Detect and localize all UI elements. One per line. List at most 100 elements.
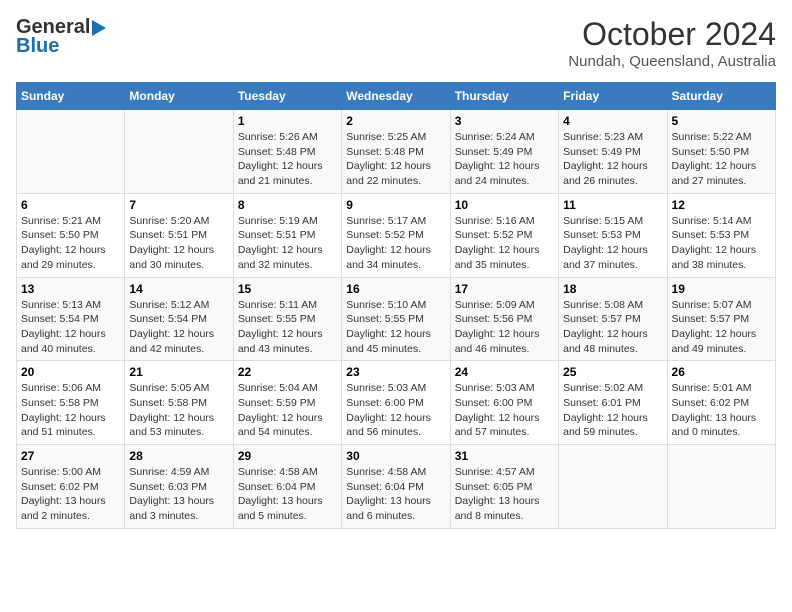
day-number: 13 — [21, 282, 120, 296]
day-number: 26 — [672, 365, 771, 379]
day-cell: 15 Sunrise: 5:11 AM Sunset: 5:55 PM Dayli… — [233, 277, 341, 361]
location-subtitle: Nundah, Queensland, Australia — [568, 53, 776, 70]
week-row-4: 20 Sunrise: 5:06 AM Sunset: 5:58 PM Dayli… — [17, 361, 776, 445]
weekday-header-sunday: Sunday — [17, 83, 125, 110]
day-number: 12 — [672, 198, 771, 212]
day-cell — [17, 110, 125, 194]
day-info: Sunrise: 5:16 AM Sunset: 5:52 PM Dayligh… — [455, 214, 554, 273]
day-cell: 31 Sunrise: 4:57 AM Sunset: 6:05 PM Dayli… — [450, 445, 558, 529]
day-number: 29 — [238, 449, 337, 463]
day-info: Sunrise: 5:12 AM Sunset: 5:54 PM Dayligh… — [129, 298, 228, 357]
day-cell: 26 Sunrise: 5:01 AM Sunset: 6:02 PM Dayli… — [667, 361, 775, 445]
day-info: Sunrise: 4:58 AM Sunset: 6:04 PM Dayligh… — [238, 465, 337, 524]
day-cell — [667, 445, 775, 529]
day-number: 16 — [346, 282, 445, 296]
day-info: Sunrise: 5:19 AM Sunset: 5:51 PM Dayligh… — [238, 214, 337, 273]
logo-blue: Blue — [16, 35, 59, 58]
day-info: Sunrise: 5:06 AM Sunset: 5:58 PM Dayligh… — [21, 381, 120, 440]
day-info: Sunrise: 5:01 AM Sunset: 6:02 PM Dayligh… — [672, 381, 771, 440]
weekday-header-saturday: Saturday — [667, 83, 775, 110]
day-cell: 22 Sunrise: 5:04 AM Sunset: 5:59 PM Dayli… — [233, 361, 341, 445]
day-cell: 29 Sunrise: 4:58 AM Sunset: 6:04 PM Dayli… — [233, 445, 341, 529]
page-header: General Blue October 2024 Nundah, Queens… — [16, 16, 776, 70]
day-number: 15 — [238, 282, 337, 296]
day-info: Sunrise: 5:24 AM Sunset: 5:49 PM Dayligh… — [455, 130, 554, 189]
day-cell: 16 Sunrise: 5:10 AM Sunset: 5:55 PM Dayli… — [342, 277, 450, 361]
day-number: 11 — [563, 198, 662, 212]
day-cell — [559, 445, 667, 529]
day-info: Sunrise: 5:21 AM Sunset: 5:50 PM Dayligh… — [21, 214, 120, 273]
month-title: October 2024 — [568, 16, 776, 53]
day-info: Sunrise: 5:13 AM Sunset: 5:54 PM Dayligh… — [21, 298, 120, 357]
day-number: 17 — [455, 282, 554, 296]
day-number: 24 — [455, 365, 554, 379]
day-info: Sunrise: 5:11 AM Sunset: 5:55 PM Dayligh… — [238, 298, 337, 357]
day-info: Sunrise: 5:02 AM Sunset: 6:01 PM Dayligh… — [563, 381, 662, 440]
day-cell: 8 Sunrise: 5:19 AM Sunset: 5:51 PM Daylig… — [233, 193, 341, 277]
day-cell: 9 Sunrise: 5:17 AM Sunset: 5:52 PM Daylig… — [342, 193, 450, 277]
title-block: October 2024 Nundah, Queensland, Austral… — [568, 16, 776, 70]
day-number: 10 — [455, 198, 554, 212]
day-info: Sunrise: 5:09 AM Sunset: 5:56 PM Dayligh… — [455, 298, 554, 357]
day-cell: 30 Sunrise: 4:58 AM Sunset: 6:04 PM Dayli… — [342, 445, 450, 529]
day-cell: 18Sunrise: 5:08 AM Sunset: 5:57 PM Dayli… — [559, 277, 667, 361]
logo: General Blue — [16, 16, 106, 58]
day-info: Sunrise: 5:25 AM Sunset: 5:48 PM Dayligh… — [346, 130, 445, 189]
day-number: 20 — [21, 365, 120, 379]
day-info: Sunrise: 5:07 AM Sunset: 5:57 PM Dayligh… — [672, 298, 771, 357]
day-number: 1 — [238, 114, 337, 128]
day-cell: 10 Sunrise: 5:16 AM Sunset: 5:52 PM Dayli… — [450, 193, 558, 277]
day-cell: 2 Sunrise: 5:25 AM Sunset: 5:48 PM Daylig… — [342, 110, 450, 194]
weekday-header-tuesday: Tuesday — [233, 83, 341, 110]
day-info: Sunrise: 5:10 AM Sunset: 5:55 PM Dayligh… — [346, 298, 445, 357]
day-cell: 14Sunrise: 5:12 AM Sunset: 5:54 PM Dayli… — [125, 277, 233, 361]
day-info: Sunrise: 5:23 AM Sunset: 5:49 PM Dayligh… — [563, 130, 662, 189]
day-info: Sunrise: 5:17 AM Sunset: 5:52 PM Dayligh… — [346, 214, 445, 273]
day-info: Sunrise: 5:03 AM Sunset: 6:00 PM Dayligh… — [346, 381, 445, 440]
day-cell: 28Sunrise: 4:59 AM Sunset: 6:03 PM Dayli… — [125, 445, 233, 529]
day-cell: 3 Sunrise: 5:24 AM Sunset: 5:49 PM Daylig… — [450, 110, 558, 194]
day-cell: 4 Sunrise: 5:23 AM Sunset: 5:49 PM Daylig… — [559, 110, 667, 194]
day-info: Sunrise: 5:05 AM Sunset: 5:58 PM Dayligh… — [129, 381, 228, 440]
day-number: 30 — [346, 449, 445, 463]
day-cell: 20 Sunrise: 5:06 AM Sunset: 5:58 PM Dayli… — [17, 361, 125, 445]
day-cell: 21Sunrise: 5:05 AM Sunset: 5:58 PM Dayli… — [125, 361, 233, 445]
day-cell: 7 Sunrise: 5:20 AM Sunset: 5:51 PM Daylig… — [125, 193, 233, 277]
weekday-header-wednesday: Wednesday — [342, 83, 450, 110]
day-cell: 12 Sunrise: 5:14 AM Sunset: 5:53 PM Dayli… — [667, 193, 775, 277]
day-cell: 1Sunrise: 5:26 AM Sunset: 5:48 PM Daylig… — [233, 110, 341, 194]
day-number: 25 — [563, 365, 662, 379]
day-number: 31 — [455, 449, 554, 463]
day-number: 4 — [563, 114, 662, 128]
day-info: Sunrise: 5:00 AM Sunset: 6:02 PM Dayligh… — [21, 465, 120, 524]
day-info: Sunrise: 4:58 AM Sunset: 6:04 PM Dayligh… — [346, 465, 445, 524]
day-number: 5 — [672, 114, 771, 128]
day-cell: 27Sunrise: 5:00 AM Sunset: 6:02 PM Dayli… — [17, 445, 125, 529]
day-cell: 6Sunrise: 5:21 AM Sunset: 5:50 PM Daylig… — [17, 193, 125, 277]
day-number: 22 — [238, 365, 337, 379]
day-cell: 23Sunrise: 5:03 AM Sunset: 6:00 PM Dayli… — [342, 361, 450, 445]
day-info: Sunrise: 4:59 AM Sunset: 6:03 PM Dayligh… — [129, 465, 228, 524]
day-info: Sunrise: 5:14 AM Sunset: 5:53 PM Dayligh… — [672, 214, 771, 273]
logo-arrow-icon — [92, 20, 106, 36]
week-row-3: 13 Sunrise: 5:13 AM Sunset: 5:54 PM Dayli… — [17, 277, 776, 361]
day-number: 8 — [238, 198, 337, 212]
day-cell: 11 Sunrise: 5:15 AM Sunset: 5:53 PM Dayli… — [559, 193, 667, 277]
day-number: 7 — [129, 198, 228, 212]
day-info: Sunrise: 5:20 AM Sunset: 5:51 PM Dayligh… — [129, 214, 228, 273]
day-info: Sunrise: 5:08 AM Sunset: 5:57 PM Dayligh… — [563, 298, 662, 357]
weekday-header-monday: Monday — [125, 83, 233, 110]
day-info: Sunrise: 5:15 AM Sunset: 5:53 PM Dayligh… — [563, 214, 662, 273]
day-number: 9 — [346, 198, 445, 212]
day-cell: 5Sunrise: 5:22 AM Sunset: 5:50 PM Daylig… — [667, 110, 775, 194]
day-number: 3 — [455, 114, 554, 128]
day-info: Sunrise: 4:57 AM Sunset: 6:05 PM Dayligh… — [455, 465, 554, 524]
day-number: 2 — [346, 114, 445, 128]
day-cell: 24Sunrise: 5:03 AM Sunset: 6:00 PM Dayli… — [450, 361, 558, 445]
day-info: Sunrise: 5:04 AM Sunset: 5:59 PM Dayligh… — [238, 381, 337, 440]
day-cell: 25 Sunrise: 5:02 AM Sunset: 6:01 PM Dayli… — [559, 361, 667, 445]
week-row-2: 6Sunrise: 5:21 AM Sunset: 5:50 PM Daylig… — [17, 193, 776, 277]
week-row-1: 1Sunrise: 5:26 AM Sunset: 5:48 PM Daylig… — [17, 110, 776, 194]
weekday-header-row: SundayMondayTuesdayWednesdayThursdayFrid… — [17, 83, 776, 110]
weekday-header-thursday: Thursday — [450, 83, 558, 110]
